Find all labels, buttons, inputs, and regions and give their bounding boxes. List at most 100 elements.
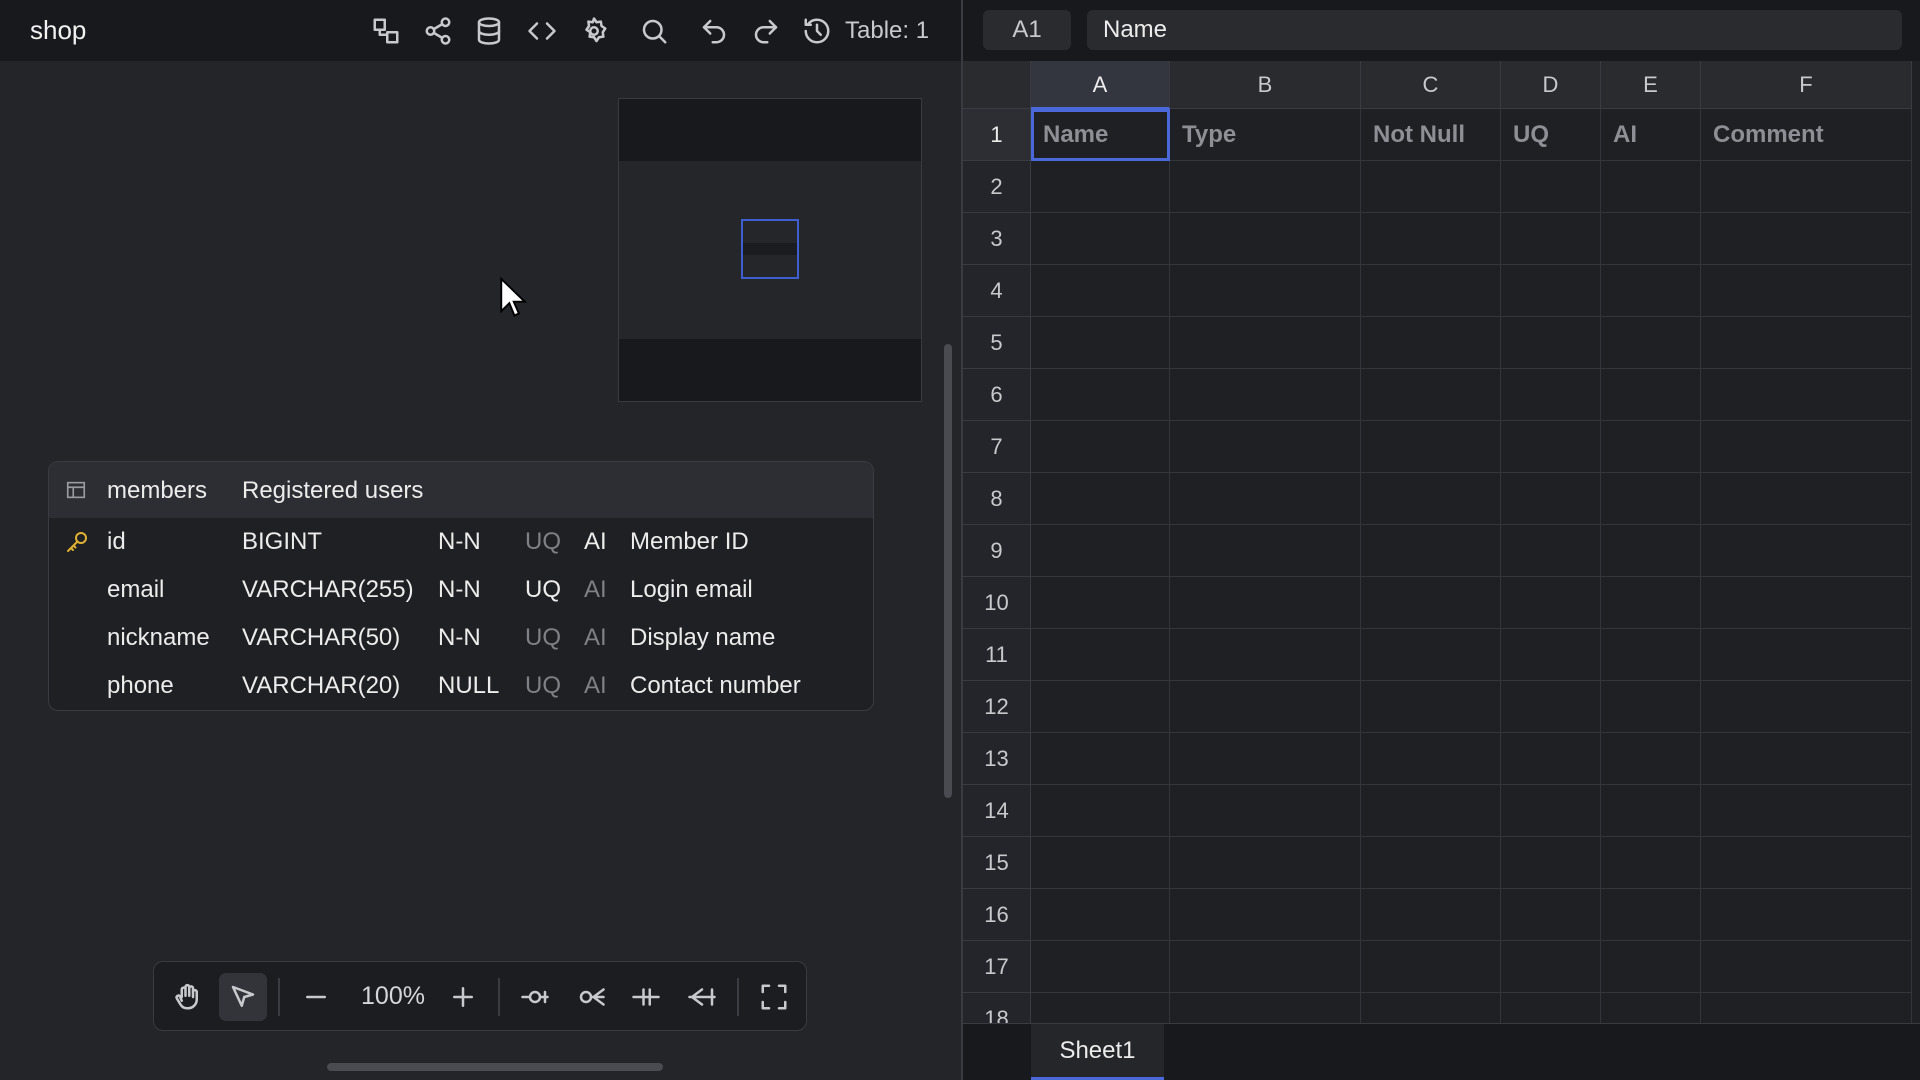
grid-cell[interactable]: [1701, 785, 1912, 837]
grid-cell[interactable]: Comment: [1701, 109, 1912, 161]
table-name[interactable]: members: [107, 477, 207, 505]
grid-cell[interactable]: Name: [1031, 109, 1170, 161]
row-header[interactable]: 1: [963, 109, 1031, 161]
grid-cell[interactable]: [1361, 577, 1501, 629]
grid-cell[interactable]: [1361, 161, 1501, 213]
grid-cell[interactable]: [1031, 525, 1170, 577]
grid-cell[interactable]: [1361, 265, 1501, 317]
relation-one-to-one-button[interactable]: [511, 973, 559, 1021]
canvas-vertical-scrollbar[interactable]: [944, 344, 952, 798]
row-header[interactable]: 10: [963, 577, 1031, 629]
grid-cell[interactable]: [1031, 941, 1170, 993]
grid-cell[interactable]: Type: [1170, 109, 1361, 161]
grid-cell[interactable]: [1601, 317, 1701, 369]
grid-cell[interactable]: [1501, 421, 1601, 473]
grid-cell[interactable]: [1701, 265, 1912, 317]
grid-cell[interactable]: [1701, 161, 1912, 213]
grid-cell[interactable]: [1701, 837, 1912, 889]
grid-cell[interactable]: [1170, 369, 1361, 421]
row-header[interactable]: 18: [963, 993, 1031, 1023]
column-unique-toggle[interactable]: UQ: [525, 576, 561, 604]
grid-cell[interactable]: [1031, 265, 1170, 317]
grid-cell[interactable]: [1501, 941, 1601, 993]
grid-cell[interactable]: [1031, 577, 1170, 629]
column-nullability[interactable]: N-N: [438, 576, 481, 604]
grid-cell[interactable]: [1601, 213, 1701, 265]
grid-cell[interactable]: UQ: [1501, 109, 1601, 161]
undo-icon[interactable]: [697, 14, 731, 48]
grid-cell[interactable]: [1701, 629, 1912, 681]
relation-identifying-button[interactable]: [622, 973, 670, 1021]
row-header[interactable]: 9: [963, 525, 1031, 577]
column-header-a[interactable]: A: [1031, 61, 1170, 109]
grid-cell[interactable]: [1601, 889, 1701, 941]
column-comment[interactable]: Login email: [630, 576, 753, 604]
grid-cell[interactable]: [1031, 733, 1170, 785]
database-icon[interactable]: [472, 14, 506, 48]
grid-cell[interactable]: [1501, 993, 1601, 1023]
row-header[interactable]: 3: [963, 213, 1031, 265]
grid-cell[interactable]: [1361, 473, 1501, 525]
grid-cell[interactable]: [1170, 421, 1361, 473]
table-comment[interactable]: Registered users: [242, 477, 423, 505]
grid-cell[interactable]: [1031, 161, 1170, 213]
column-autoincrement-toggle[interactable]: AI: [584, 528, 607, 556]
column-type[interactable]: BIGINT: [242, 528, 322, 556]
grid-cell[interactable]: [1601, 629, 1701, 681]
row-header[interactable]: 11: [963, 629, 1031, 681]
grid-cell[interactable]: [1501, 577, 1601, 629]
grid-cell[interactable]: [1501, 889, 1601, 941]
grid-cell[interactable]: [1170, 681, 1361, 733]
grid-cell[interactable]: [1361, 941, 1501, 993]
grid-cell[interactable]: [1170, 785, 1361, 837]
diagram-icon[interactable]: [369, 14, 403, 48]
column-autoincrement-toggle[interactable]: AI: [584, 624, 607, 652]
gear-icon[interactable]: [577, 14, 611, 48]
grid-cell[interactable]: [1601, 733, 1701, 785]
row-header[interactable]: 13: [963, 733, 1031, 785]
grid-cell[interactable]: [1601, 941, 1701, 993]
grid-cell[interactable]: [1601, 681, 1701, 733]
select-all-corner[interactable]: [963, 61, 1031, 109]
grid-cell[interactable]: [1170, 889, 1361, 941]
grid-cell[interactable]: [1170, 473, 1361, 525]
row-header[interactable]: 4: [963, 265, 1031, 317]
grid-cell[interactable]: [1031, 421, 1170, 473]
column-type[interactable]: VARCHAR(255): [242, 576, 414, 604]
column-name[interactable]: nickname: [107, 624, 210, 652]
row-header[interactable]: 7: [963, 421, 1031, 473]
grid-cell[interactable]: [1701, 369, 1912, 421]
grid-cell[interactable]: [1501, 213, 1601, 265]
spreadsheet-grid[interactable]: A B C D E F 1 Name Type Not Null UQ AI Comment 2 3 4 5 6 7…: [963, 61, 1920, 1023]
row-header[interactable]: 17: [963, 941, 1031, 993]
grid-cell[interactable]: [1701, 473, 1912, 525]
row-header[interactable]: 12: [963, 681, 1031, 733]
cell-reference-box[interactable]: A1: [983, 10, 1071, 50]
grid-cell[interactable]: [1361, 629, 1501, 681]
grid-cell[interactable]: [1361, 837, 1501, 889]
history-icon[interactable]: [800, 14, 834, 48]
column-header-f[interactable]: F: [1701, 61, 1912, 109]
grid-cell[interactable]: [1361, 525, 1501, 577]
grid-cell[interactable]: [1501, 265, 1601, 317]
grid-cell[interactable]: [1361, 421, 1501, 473]
grid-cell[interactable]: [1031, 629, 1170, 681]
grid-cell[interactable]: [1501, 837, 1601, 889]
table-node-members[interactable]: members Registered users id BIGINT N-N UQ AI…: [48, 461, 874, 711]
column-nullability[interactable]: N-N: [438, 624, 481, 652]
select-tool-button[interactable]: [219, 973, 267, 1021]
grid-cell[interactable]: Not Null: [1361, 109, 1501, 161]
fullscreen-button[interactable]: [750, 973, 798, 1021]
grid-cell[interactable]: [1031, 889, 1170, 941]
column-type[interactable]: VARCHAR(20): [242, 672, 400, 700]
grid-cell[interactable]: [1170, 629, 1361, 681]
hand-tool-button[interactable]: [164, 973, 212, 1021]
column-autoincrement-toggle[interactable]: AI: [584, 576, 607, 604]
grid-cell[interactable]: [1701, 733, 1912, 785]
code-icon[interactable]: [525, 14, 559, 48]
canvas-horizontal-scrollbar[interactable]: [327, 1063, 663, 1071]
row-header[interactable]: 6: [963, 369, 1031, 421]
column-type[interactable]: VARCHAR(50): [242, 624, 400, 652]
column-comment[interactable]: Contact number: [630, 672, 801, 700]
column-name[interactable]: id: [107, 528, 126, 556]
